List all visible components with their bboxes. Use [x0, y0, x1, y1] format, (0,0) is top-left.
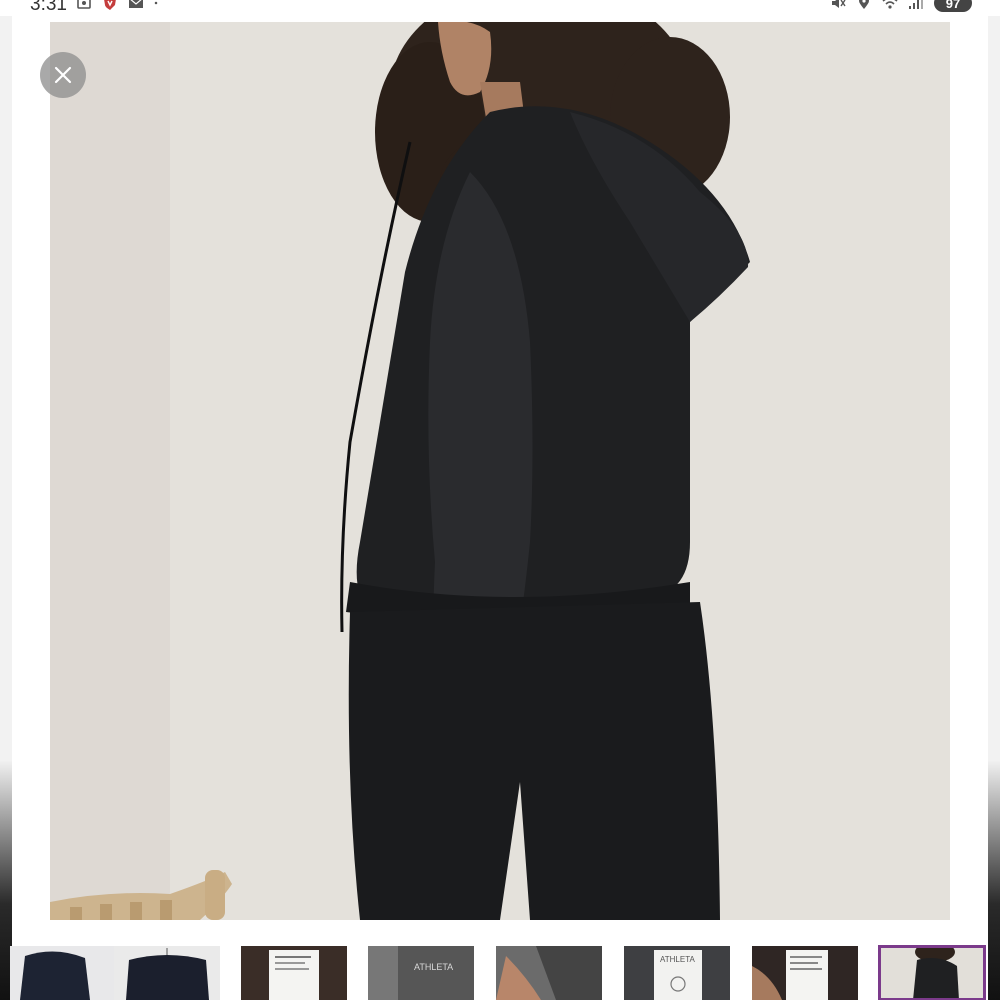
dot-icon — [154, 1, 158, 5]
close-button[interactable] — [40, 52, 86, 98]
thumbnail-strip: ATHLETA ATHLETA — [0, 945, 1000, 1000]
battery-indicator: 97 — [934, 0, 972, 12]
location-icon — [859, 0, 869, 9]
thumbnail-8-selected[interactable] — [878, 945, 986, 1000]
thumbnail-4[interactable]: ATHLETA — [368, 946, 474, 1000]
thumbnail-label-4: ATHLETA — [414, 962, 453, 972]
thumbnail-label-6: ATHLETA — [660, 955, 695, 964]
thumbnail-6[interactable]: ATHLETA — [624, 946, 730, 1000]
product-photo-illustration — [50, 22, 950, 920]
thumbnail-3[interactable] — [241, 946, 347, 1000]
main-photo[interactable] — [50, 22, 950, 920]
status-time: 3:31 — [30, 0, 67, 15]
thumbnail-7[interactable] — [752, 946, 858, 1000]
pants — [348, 602, 720, 920]
screenshot-icon — [77, 0, 91, 9]
status-bar: 3:31 97 — [0, 0, 1000, 16]
status-icons-right: 97 — [830, 0, 972, 12]
thumbnail-2[interactable] — [114, 946, 220, 1000]
shield-icon — [104, 0, 116, 10]
signal-icon — [909, 0, 923, 9]
status-icons-left — [76, 0, 162, 10]
mail-icon — [129, 0, 143, 8]
wifi-icon — [882, 0, 898, 9]
thumbnail-5[interactable] — [496, 946, 602, 1000]
thumbnail-1[interactable] — [10, 946, 116, 1000]
close-icon — [54, 66, 72, 84]
mute-icon — [832, 0, 846, 8]
